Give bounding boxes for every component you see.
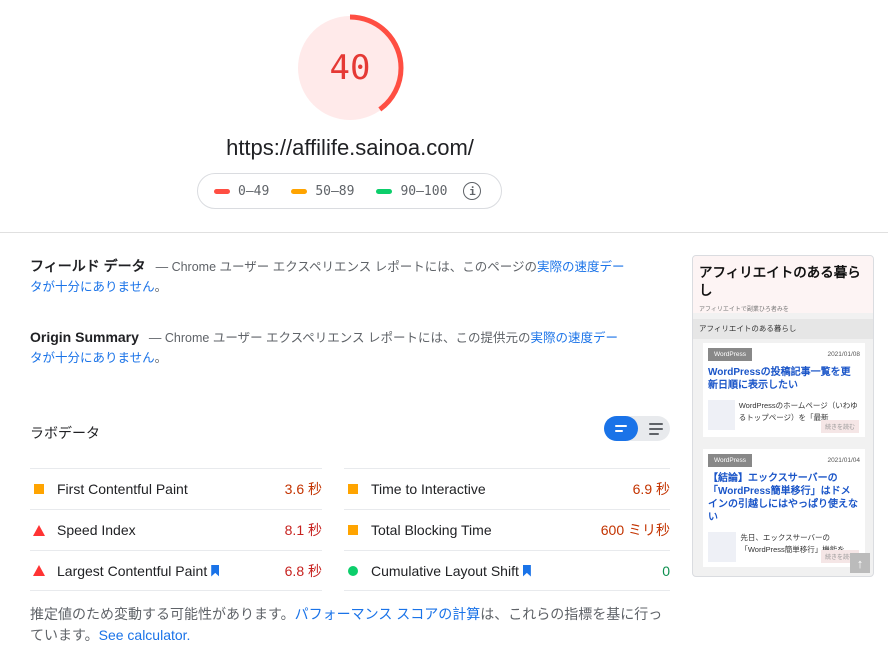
origin-summary-text: Chrome ユーザー エクスペリエンス レポートには、この提供元の [161, 331, 531, 345]
legend-average-swatch [291, 188, 308, 194]
score-calculation-link[interactable]: パフォーマンス スコアの計算 [295, 606, 481, 622]
footnote-text: 推定値のため変動する可能性があります。 [30, 606, 295, 622]
metric-cls: Cumulative Layout Shift 0 [344, 550, 670, 591]
page-url: https://affilife.sainoa.com/ [226, 135, 474, 160]
post-date: 2021/01/04 [827, 457, 860, 464]
bookmark-icon[interactable] [522, 564, 531, 577]
green-circle-icon [346, 565, 360, 576]
legend-fail-label: 0–49 [238, 183, 270, 199]
score-legend: 0–49 50–89 90–100 i [197, 173, 502, 209]
metric-tbt: Total Blocking Time 600 ミリ秒 [344, 509, 670, 550]
score-summary: 40 https://affilife.sainoa.com/ 0–49 50–… [0, 0, 888, 233]
origin-summary-dash: — [148, 331, 162, 345]
info-icon[interactable]: i [463, 182, 482, 200]
metric-name: Cumulative Layout Shift [371, 562, 519, 579]
field-data-dash: — [155, 260, 169, 274]
arrow-up-icon: ↑ [850, 553, 870, 573]
red-triangle-icon [32, 524, 46, 536]
metric-name: Largest Contentful Paint [57, 562, 208, 579]
bookmark-icon[interactable] [211, 564, 220, 577]
metric-name: Time to Interactive [371, 481, 486, 497]
metric-value: 8.1 秒 [284, 522, 322, 538]
orange-square-icon [346, 484, 360, 494]
metric-value: 0 [662, 562, 670, 579]
metric-value: 3.6 秒 [284, 481, 322, 497]
origin-summary-text-end: 。 [154, 351, 168, 365]
metric-value: 600 ミリ秒 [600, 522, 670, 538]
field-data-section: フィールド データ — Chrome ユーザー エクスペリエンス レポートには、こ… [30, 256, 630, 297]
metric-name-row: Largest Contentful Paint [57, 563, 285, 579]
site-header: アフィリエイトのある暮らし アフィリエイトで副業ひろ者みを [693, 256, 873, 313]
red-triangle-icon [32, 565, 46, 576]
site-tagline: アフィリエイトで副業ひろ者みを [699, 307, 789, 313]
performance-score: 40 [329, 48, 371, 88]
metric-name: Speed Index [57, 522, 136, 538]
lab-data-title: ラボデータ [30, 425, 100, 441]
metric-speed-index: Speed Index 8.1 秒 [30, 509, 322, 550]
orange-square-icon [32, 484, 46, 494]
metric-name: Total Blocking Time [371, 522, 492, 538]
site-title: アフィリエイトのある暮らし [699, 265, 861, 298]
metric-name: First Contentful Paint [57, 481, 188, 497]
field-data-text-end: 。 [154, 280, 168, 294]
legend-pass-label: 90–100 [400, 183, 448, 199]
legend-average-label: 50–89 [315, 183, 355, 199]
article-card: WordPress 2021/01/08 WordPressの投稿記事一覧を更新日… [703, 343, 865, 437]
legend-fail-swatch [214, 188, 230, 194]
origin-summary-section: Origin Summary — Chrome ユーザー エクスペリエンス レポー… [30, 327, 630, 368]
category-tag: WordPress [708, 348, 753, 361]
see-calculator-link[interactable]: See calculator. [99, 627, 191, 643]
metric-value: 6.8 秒 [284, 562, 322, 579]
legend-pass-swatch [376, 188, 393, 194]
metric-lcp: Largest Contentful Paint 6.8 秒 [30, 550, 322, 591]
section-label: アフィリエイトのある暮らし [693, 319, 873, 339]
origin-summary-heading: Origin Summary [30, 329, 139, 345]
orange-square-icon [346, 525, 360, 535]
compact-view-icon[interactable] [604, 416, 638, 441]
metric-value: 6.9 秒 [632, 481, 670, 497]
field-data-heading: フィールド データ [30, 258, 146, 274]
metric-view-toggle[interactable] [604, 416, 670, 441]
category-tag: WordPress [708, 454, 753, 467]
article-card: WordPress 2021/01/04 【結論】エックスサーバーの「WordPr… [703, 449, 865, 567]
metric-name-row: Cumulative Layout Shift [371, 563, 662, 579]
legend-average: 50–89 [291, 184, 354, 199]
metric-fcp: First Contentful Paint 3.6 秒 [30, 468, 322, 509]
post-title: 【結論】エックスサーバーの「WordPress簡単移行」はドメインの引越しにはや… [708, 473, 858, 523]
legend-fail: 0–49 [214, 184, 269, 199]
post-date: 2021/01/08 [827, 351, 860, 358]
page-screenshot-thumbnail[interactable]: アフィリエイトのある暮らし アフィリエイトで副業ひろ者みを アフィリエイトのある… [692, 255, 874, 577]
score-footnote: 推定値のため変動する可能性があります。パフォーマンス スコアの計算は、これらの指… [30, 604, 670, 646]
post-thumbnail [708, 532, 737, 562]
post-title: WordPressの投稿記事一覧を更新日順に表示したい [708, 367, 851, 391]
read-more-button: 続きを読む [820, 420, 859, 433]
legend-pass: 90–100 [376, 184, 447, 199]
metric-tti: Time to Interactive 6.9 秒 [344, 468, 670, 509]
field-data-text: Chrome ユーザー エクスペリエンス レポートには、このページの [168, 260, 537, 274]
expanded-view-icon[interactable] [642, 416, 670, 441]
post-thumbnail [708, 400, 735, 430]
